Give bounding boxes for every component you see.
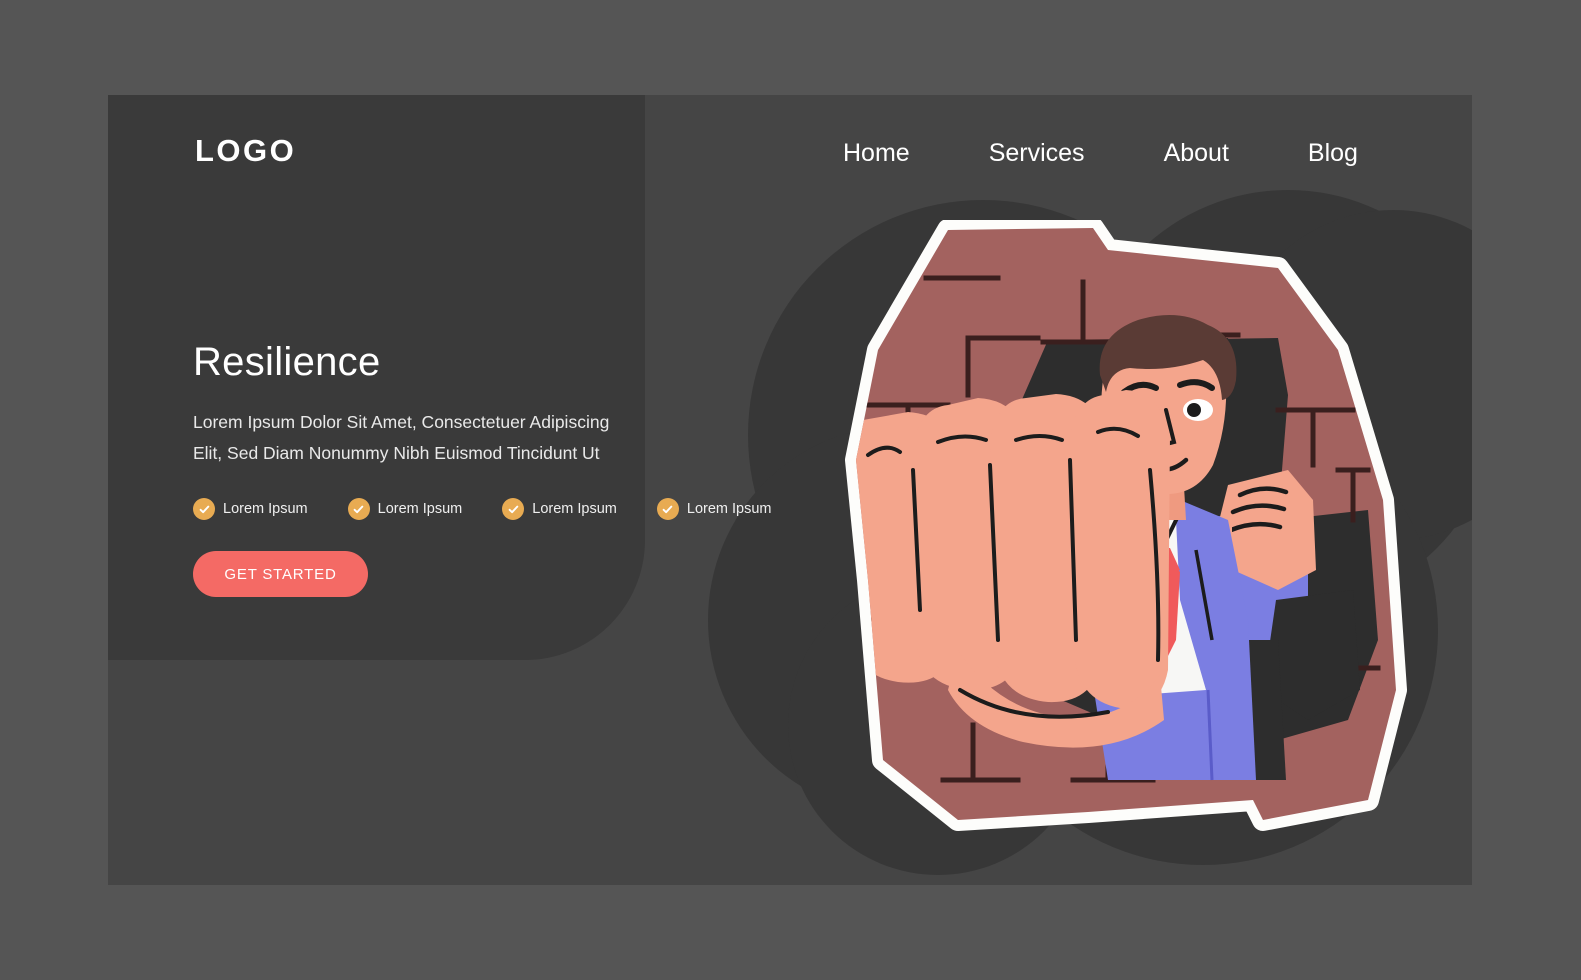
feature-item[interactable]: Lorem Ipsum — [656, 498, 772, 520]
main-navigation: Home Services About Blog — [843, 139, 1358, 168]
nav-item-home[interactable]: Home — [843, 139, 910, 168]
feature-label: Lorem Ipsum — [223, 501, 308, 517]
hero-subtitle: Lorem Ipsum Dolor Sit Amet, Consectetuer… — [193, 412, 610, 463]
feature-label: Lorem Ipsum — [532, 501, 617, 517]
feature-item[interactable]: Lorem Ipsum — [347, 498, 463, 520]
hero-illustration — [808, 220, 1428, 845]
logo[interactable]: LOGO — [195, 133, 296, 169]
get-started-button[interactable]: GET STARTED — [193, 551, 368, 597]
feature-item[interactable]: Lorem Ipsum — [502, 498, 617, 520]
feature-item[interactable]: Lorem Ipsum — [193, 498, 308, 520]
check-circle-icon — [193, 498, 215, 520]
feature-list: Lorem Ipsum Lorem Ipsum Lorem Ipsum Lore… — [193, 498, 772, 520]
feature-label: Lorem Ipsum — [686, 501, 772, 517]
feature-label: Lorem Ipsum — [377, 501, 463, 517]
page-title: Resilience — [193, 340, 381, 384]
nav-item-blog[interactable]: Blog — [1308, 139, 1358, 168]
nav-item-services[interactable]: Services — [989, 139, 1085, 168]
landing-page-card: LOGO Home Services About Blog Resilience… — [108, 95, 1472, 885]
check-circle-icon — [347, 498, 370, 520]
nav-item-about[interactable]: About — [1164, 139, 1229, 168]
hero-section: Resilience Lorem Ipsum Dolor Sit Amet, C… — [193, 340, 633, 468]
check-circle-icon — [656, 498, 679, 520]
page-frame: LOGO Home Services About Blog Resilience… — [0, 0, 1581, 980]
check-circle-icon — [502, 498, 525, 520]
